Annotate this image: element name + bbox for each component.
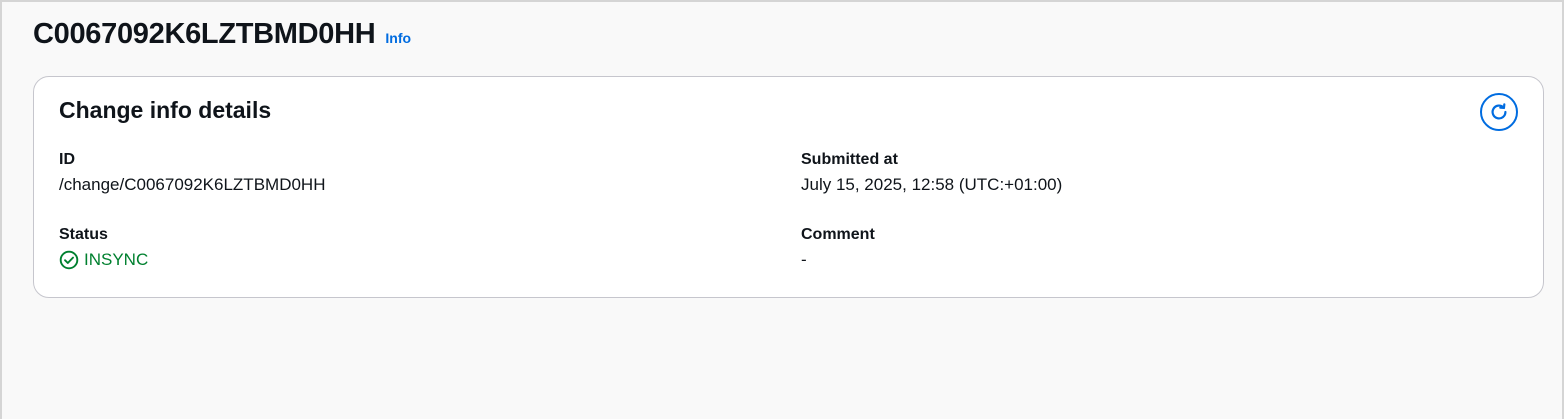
submitted-at-value: July 15, 2025, 12:58 (UTC:+01:00) bbox=[801, 175, 1063, 194]
comment-value: - bbox=[801, 250, 807, 269]
card-title: Change info details bbox=[59, 97, 272, 123]
info-link[interactable]: Info bbox=[385, 30, 411, 46]
id-label: ID bbox=[59, 151, 75, 168]
page-header: C0067092K6LZTBMD0HH Info bbox=[33, 18, 411, 51]
field-id: ID /change/C0067092K6LZTBMD0HH bbox=[59, 150, 325, 196]
refresh-button[interactable] bbox=[1480, 93, 1518, 131]
status-badge: INSYNC bbox=[59, 249, 148, 271]
page-title: C0067092K6LZTBMD0HH bbox=[33, 18, 376, 50]
check-circle-icon bbox=[59, 250, 79, 270]
field-submitted-at: Submitted at July 15, 2025, 12:58 (UTC:+… bbox=[801, 150, 1062, 196]
field-comment: Comment - bbox=[801, 225, 875, 271]
refresh-icon bbox=[1488, 101, 1510, 123]
status-label: Status bbox=[59, 226, 108, 243]
status-value: INSYNC bbox=[84, 250, 149, 269]
change-info-details-card: Change info details ID /change/C0067092K… bbox=[33, 76, 1544, 298]
comment-label: Comment bbox=[801, 226, 875, 243]
field-status: Status INSYNC bbox=[59, 225, 148, 271]
id-value: /change/C0067092K6LZTBMD0HH bbox=[59, 175, 326, 194]
submitted-at-label: Submitted at bbox=[801, 151, 898, 168]
